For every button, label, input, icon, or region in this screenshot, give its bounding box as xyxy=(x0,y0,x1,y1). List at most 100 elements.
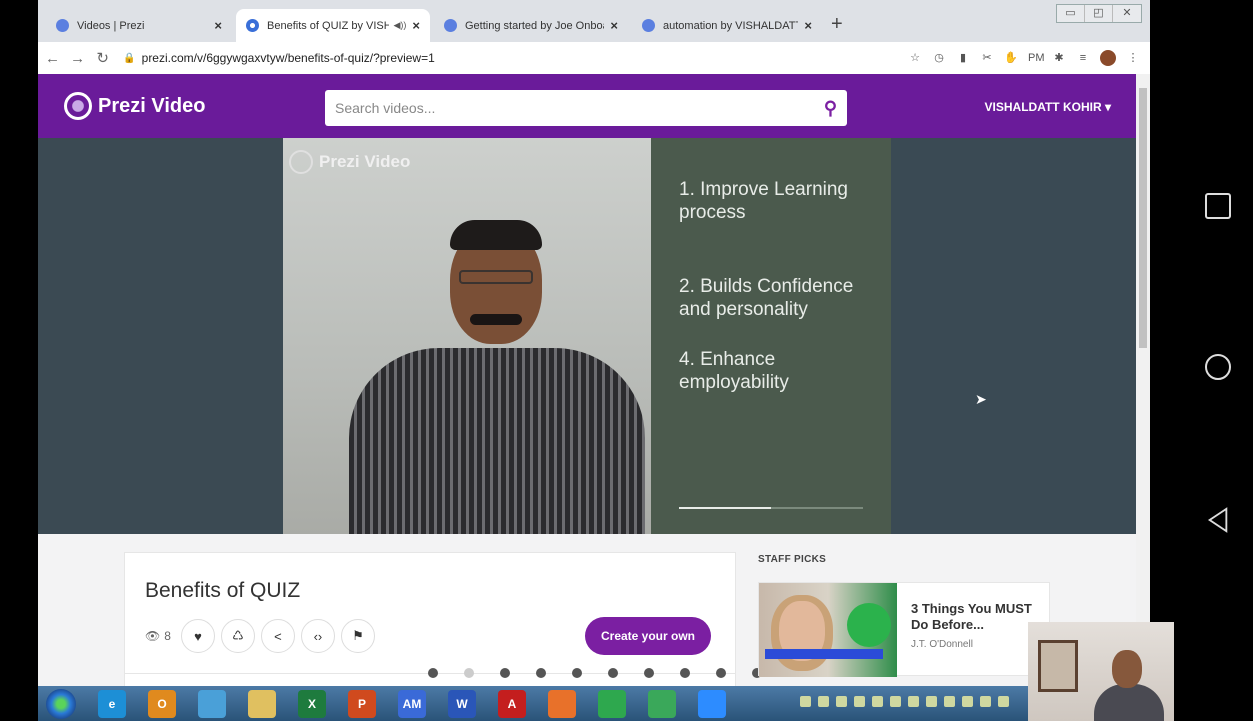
carousel-dot[interactable] xyxy=(608,668,618,678)
tray-icon[interactable] xyxy=(998,696,1009,707)
remix-button[interactable]: ♺ xyxy=(220,619,255,653)
video-title: Benefits of QUIZ xyxy=(145,579,301,602)
video-player[interactable]: Prezi Video 1. Improve Learning process … xyxy=(38,138,1136,534)
tray-icon[interactable] xyxy=(836,696,847,707)
slide-item: 1. Improve Learning process xyxy=(679,179,848,223)
embed-button[interactable]: ‹› xyxy=(300,619,335,653)
slide-progress-bar[interactable] xyxy=(679,507,863,509)
android-icon[interactable] xyxy=(648,690,676,718)
maximize-icon[interactable]: ◰ xyxy=(1085,5,1113,22)
recent-apps-icon[interactable] xyxy=(1205,193,1231,219)
scrollbar-thumb[interactable] xyxy=(1139,88,1147,348)
minimize-icon[interactable]: ▭ xyxy=(1057,5,1085,22)
tray-icon[interactable] xyxy=(926,696,937,707)
extension-icon[interactable]: ▮ xyxy=(956,51,970,65)
eye-icon: 👁 xyxy=(145,629,161,643)
carousel-dot[interactable] xyxy=(500,668,510,678)
outlook-icon[interactable]: O xyxy=(148,690,176,718)
carousel-dot[interactable] xyxy=(536,668,546,678)
page-scrollbar[interactable] xyxy=(1136,74,1150,686)
like-button[interactable]: ♥ xyxy=(180,619,215,653)
excel-icon[interactable]: X xyxy=(298,690,326,718)
tray-icon[interactable] xyxy=(872,696,883,707)
tray-icon[interactable] xyxy=(908,696,919,707)
back-icon[interactable]: ← xyxy=(42,50,63,67)
screen: Videos | Prezi × Benefits of QUIZ by VIS… xyxy=(0,0,1253,721)
tray-icon[interactable] xyxy=(944,696,955,707)
extension-icons: ☆ ◷ ▮ ✂ ✋ PM ✱ ≡ ⋮ xyxy=(908,50,1150,66)
scissors-icon[interactable]: ✂ xyxy=(980,51,994,65)
tab-videos-prezi[interactable]: Videos | Prezi × xyxy=(46,9,232,42)
powerpoint-icon[interactable]: P xyxy=(348,690,376,718)
tab-close-icon[interactable]: × xyxy=(804,18,812,33)
flag-icon: ⚑ xyxy=(352,628,364,643)
tab-close-icon[interactable]: × xyxy=(610,18,618,33)
tab-getting-started[interactable]: Getting started by Joe Onboardi × xyxy=(434,9,628,42)
tray-icon[interactable] xyxy=(854,696,865,707)
home-icon[interactable] xyxy=(1205,354,1231,380)
prezi-favicon-icon xyxy=(642,19,655,32)
forward-icon[interactable]: → xyxy=(67,50,88,67)
hand-icon[interactable]: ✋ xyxy=(1004,51,1018,65)
word-icon[interactable]: W xyxy=(448,690,476,718)
reading-list-icon[interactable]: ≡ xyxy=(1076,51,1090,65)
new-tab-button[interactable]: + xyxy=(831,13,843,36)
presenter-moustache xyxy=(470,314,522,325)
staff-pick-card[interactable]: 3 Things You MUST Do Before... J.T. O'Do… xyxy=(758,582,1050,677)
tab-automation[interactable]: automation by VISHALDATT KOH × xyxy=(632,9,822,42)
staff-pick-title[interactable]: 3 Things You MUST Do Before... xyxy=(911,601,1045,633)
acrobat-icon[interactable]: A xyxy=(498,690,526,718)
tab-close-icon[interactable]: × xyxy=(412,18,420,33)
carousel-dot[interactable] xyxy=(680,668,690,678)
tab-strip: Videos | Prezi × Benefits of QUIZ by VIS… xyxy=(38,0,1150,42)
tab-label: Videos | Prezi xyxy=(77,19,145,32)
wall-frame xyxy=(1038,640,1078,692)
tray-icon[interactable] xyxy=(980,696,991,707)
menu-icon[interactable]: ⋮ xyxy=(1126,51,1140,65)
ie-icon[interactable]: e xyxy=(98,690,126,718)
browser-window: Videos | Prezi × Benefits of QUIZ by VIS… xyxy=(38,0,1150,686)
carousel-dot[interactable] xyxy=(572,668,582,678)
tray-icon[interactable] xyxy=(962,696,973,707)
tray-icon[interactable] xyxy=(800,696,811,707)
carousel-dot[interactable] xyxy=(644,668,654,678)
share-button[interactable]: < xyxy=(260,619,295,653)
tab-benefits-of-quiz[interactable]: Benefits of QUIZ by VISHALD ◀)) × xyxy=(236,9,430,42)
audio-playing-icon[interactable]: ◀)) xyxy=(393,20,406,31)
carousel-dot[interactable] xyxy=(428,668,438,678)
am-icon[interactable]: AM xyxy=(398,690,426,718)
tab-label: Benefits of QUIZ by VISHALD xyxy=(267,19,390,32)
carousel-dot[interactable] xyxy=(716,668,726,678)
tab-label: Getting started by Joe Onboardi xyxy=(465,19,604,32)
search-icon[interactable]: ⚲ xyxy=(824,98,837,119)
user-menu[interactable]: VISHALDATT KOHIR ▾ xyxy=(985,100,1111,114)
create-your-own-button[interactable]: Create your own xyxy=(585,617,711,655)
staff-pick-thumbnail[interactable] xyxy=(759,583,897,677)
prezi-logo-icon xyxy=(64,92,92,120)
explorer-icon[interactable] xyxy=(248,690,276,718)
paint-icon[interactable] xyxy=(198,690,226,718)
video-actions: 👁 8 ♥ ♺ < ‹› ⚑ xyxy=(145,619,375,653)
profile-avatar[interactable] xyxy=(1100,50,1117,66)
pm-extension-icon[interactable]: PM xyxy=(1028,51,1045,65)
puzzle-icon[interactable]: ✱ xyxy=(1052,51,1066,65)
firefox-icon[interactable] xyxy=(548,690,576,718)
close-window-icon[interactable]: ✕ xyxy=(1113,5,1141,22)
tab-label: automation by VISHALDATT KOH xyxy=(663,19,799,32)
chrome-icon[interactable] xyxy=(598,690,626,718)
prezi-logo[interactable]: Prezi Video xyxy=(64,92,205,120)
share-icon: < xyxy=(274,628,282,644)
address-bar[interactable]: 🔒 prezi.com/v/6ggywgaxvtyw/benefits-of-q… xyxy=(123,45,908,71)
tray-icon[interactable] xyxy=(818,696,829,707)
reload-icon[interactable]: ↻ xyxy=(92,49,113,67)
bookmark-star-icon[interactable]: ☆ xyxy=(908,51,922,65)
carousel-dot[interactable] xyxy=(464,668,474,678)
search-input[interactable] xyxy=(335,100,824,116)
tab-close-icon[interactable]: × xyxy=(214,18,222,33)
zoom-icon[interactable] xyxy=(698,690,726,718)
speed-icon[interactable]: ◷ xyxy=(932,51,946,65)
report-button[interactable]: ⚑ xyxy=(340,619,375,653)
start-button[interactable] xyxy=(46,689,76,719)
tray-icon[interactable] xyxy=(890,696,901,707)
back-triangle-icon[interactable] xyxy=(1205,507,1231,533)
